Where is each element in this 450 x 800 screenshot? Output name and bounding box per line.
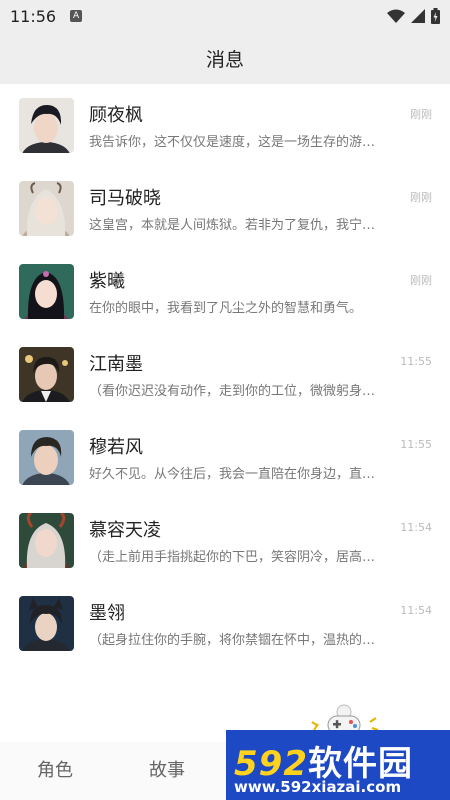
message-item[interactable]: 慕容天凌 11:54 （走上前用手指挑起你的下巴，笑容阴冷，居高… [0, 499, 450, 582]
message-item[interactable]: 墨翎 11:54 （起身拉住你的手腕，将你禁锢在怀中，温热的… [0, 582, 450, 665]
app-header: 消息 [0, 32, 450, 84]
message-time: 11:54 [400, 604, 432, 617]
message-item[interactable]: 穆若风 11:55 好久不见。从今往后，我会一直陪在你身边，直… [0, 416, 450, 499]
avatar [19, 430, 74, 485]
message-time: 刚刚 [410, 274, 432, 287]
avatar [19, 513, 74, 568]
contact-name: 司马破晓 [89, 188, 161, 209]
avatar [19, 181, 74, 236]
contact-name: 江南墨 [89, 354, 143, 375]
message-time: 刚刚 [410, 191, 432, 204]
message-item[interactable]: 司马破晓 刚刚 这皇宫，本就是人间炼狱。若非为了复仇，我宁… [0, 167, 450, 250]
message-item[interactable]: 江南墨 11:55 （看你迟迟没有动作，走到你的工位，微微躬身… [0, 333, 450, 416]
message-item[interactable]: 紫曦 刚刚 在你的眼中，我看到了凡尘之外的智慧和勇气。 [0, 250, 450, 333]
contact-name: 慕容天凌 [89, 520, 161, 541]
site-watermark-logo: 592软件园 www.592xiazai.com [226, 730, 450, 800]
battery-icon [431, 8, 440, 24]
message-preview: （起身拉住你的手腕，将你禁锢在怀中，温热的… [89, 633, 376, 648]
message-preview: 在你的眼中，我看到了凡尘之外的智慧和勇气。 [89, 301, 363, 316]
message-preview: 我告诉你，这不仅仅是速度，这是一场生存的游… [89, 135, 376, 150]
message-item[interactable]: 顾夜枫 刚刚 我告诉你，这不仅仅是速度，这是一场生存的游… [0, 84, 450, 167]
avatar [19, 347, 74, 402]
status-bar: 11:56 A [0, 0, 450, 32]
contact-name: 穆若风 [89, 437, 143, 458]
message-preview: （看你迟迟没有动作，走到你的工位，微微躬身… [89, 384, 376, 399]
status-time: 11:56 [10, 6, 57, 26]
message-preview: （走上前用手指挑起你的下巴，笑容阴冷，居高… [89, 550, 376, 565]
message-preview: 这皇宫，本就是人间炼狱。若非为了复仇，我宁… [89, 218, 376, 233]
avatar [19, 98, 74, 153]
avatar [19, 596, 74, 651]
page-title: 消息 [205, 48, 244, 71]
tab-role[interactable]: 角色 [37, 756, 73, 782]
avatar [19, 264, 74, 319]
message-time: 刚刚 [410, 108, 432, 121]
contact-name: 墨翎 [89, 603, 125, 624]
status-icons [387, 8, 440, 24]
notification-badge-icon: A [70, 10, 83, 22]
contact-name: 紫曦 [89, 271, 125, 292]
message-time: 11:55 [400, 438, 432, 451]
message-time: 11:54 [400, 521, 432, 534]
wifi-icon [387, 9, 405, 23]
message-list: 顾夜枫 刚刚 我告诉你，这不仅仅是速度，这是一场生存的游… 司马破晓 刚刚 这皇… [0, 84, 450, 665]
message-time: 11:55 [400, 355, 432, 368]
tab-story[interactable]: 故事 [149, 756, 185, 782]
watermark-url: www.592xiazai.com [234, 778, 402, 796]
message-preview: 好久不见。从今往后，我会一直陪在你身边，直… [89, 467, 376, 482]
signal-icon [411, 9, 425, 23]
contact-name: 顾夜枫 [89, 105, 143, 126]
